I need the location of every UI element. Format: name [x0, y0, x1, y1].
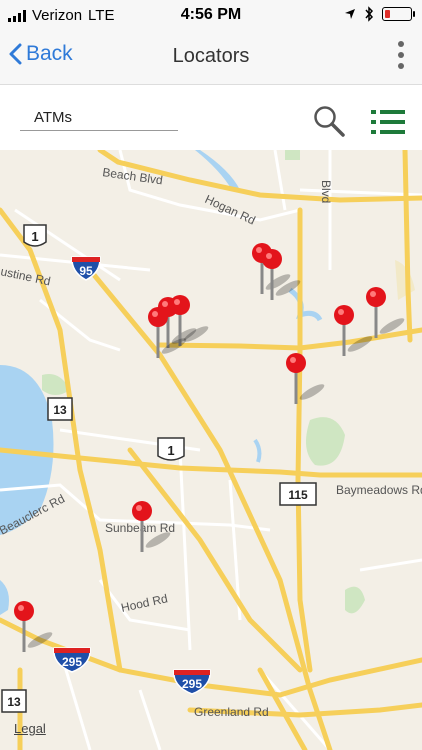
atm-pin[interactable]	[286, 352, 326, 412]
sr13-shield-bottom: 13	[1, 689, 27, 713]
search-bar: ATMs	[0, 84, 422, 152]
legal-link[interactable]: Legal	[14, 721, 46, 736]
svg-text:295: 295	[182, 677, 202, 691]
atm-pin[interactable]	[366, 286, 406, 346]
road-label-hood-rd: Hood Rd	[120, 591, 169, 615]
search-input[interactable]: ATMs	[20, 109, 178, 131]
more-options-button[interactable]	[398, 41, 404, 69]
i295-shield-left: 295	[53, 647, 91, 673]
road-label-baymeadows-rd: Baymeadows Rd	[336, 483, 422, 497]
road-label-augustine-rd: ustine Rd	[0, 264, 52, 288]
location-arrow-icon	[345, 9, 355, 19]
navigation-bar: Back Locators	[0, 32, 422, 84]
atm-pin[interactable]	[262, 248, 302, 308]
bluetooth-icon	[365, 6, 374, 22]
road-label-beach-blvd: Beach Blvd	[102, 165, 164, 187]
svg-text:95: 95	[79, 264, 93, 278]
map-base: Beach Blvd Hogan Rd Blvd ustine Rd Beauc…	[0, 150, 422, 750]
map-view[interactable]: Beach Blvd Hogan Rd Blvd ustine Rd Beauc…	[0, 150, 422, 750]
list-view-icon[interactable]	[370, 107, 406, 137]
road-label-greenland-rd: Greenland Rd	[194, 705, 269, 719]
status-bar: Verizon LTE 4:56 PM	[0, 0, 422, 32]
svg-text:115: 115	[288, 488, 308, 502]
sr115-shield: 115	[279, 482, 317, 506]
svg-text:13: 13	[7, 695, 21, 709]
svg-text:13: 13	[53, 403, 67, 417]
us1-shield-top: 1	[23, 224, 47, 247]
svg-text:1: 1	[31, 229, 38, 244]
svg-text:295: 295	[62, 655, 82, 669]
page-title: Locators	[172, 45, 250, 67]
atm-pin[interactable]	[148, 306, 188, 366]
svg-text:1: 1	[167, 443, 174, 458]
atm-pin[interactable]	[132, 500, 172, 560]
status-right	[344, 6, 415, 22]
i295-shield-right: 295	[173, 669, 211, 695]
road-label-blvd: Blvd	[319, 180, 333, 203]
sr13-shield-mid: 13	[47, 397, 73, 421]
search-icon[interactable]	[312, 104, 346, 138]
us1-shield-mid: 1	[157, 437, 185, 461]
battery-icon	[382, 7, 415, 21]
atm-pin[interactable]	[14, 600, 54, 660]
